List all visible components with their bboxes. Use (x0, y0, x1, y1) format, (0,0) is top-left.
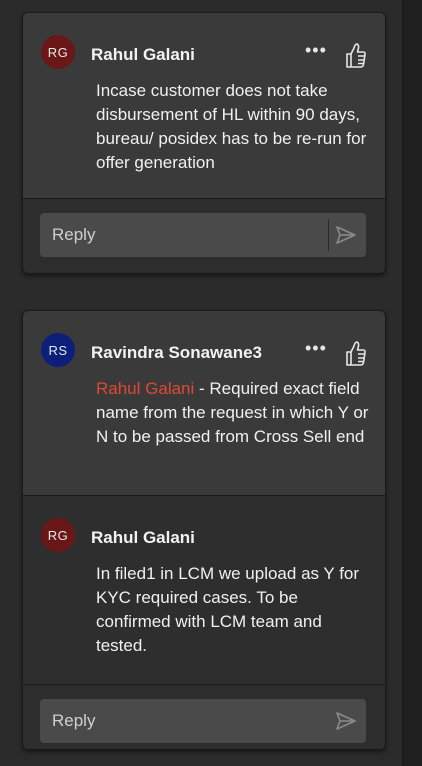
comment-body: Incase customer does not take disburseme… (96, 81, 367, 172)
send-icon[interactable] (334, 223, 358, 247)
reply-input[interactable] (40, 213, 324, 257)
scrollbar-track[interactable] (402, 0, 422, 766)
comment-reply: RG Rahul Galani In filed1 in LCM we uplo… (23, 496, 385, 685)
comment-body: Rahul Galani - Required exact field name… (96, 377, 371, 449)
reply-box (40, 213, 366, 257)
comment-author: Ravindra Sonawane3 (91, 343, 263, 362)
comment: RS Ravindra Sonawane3 ••• Rahul Galani -… (23, 311, 385, 496)
comment-author: Rahul Galani (91, 528, 195, 547)
send-icon[interactable] (334, 709, 358, 733)
more-options-icon[interactable]: ••• (305, 41, 329, 61)
mention-link[interactable]: Rahul Galani (96, 379, 194, 398)
avatar: RG (41, 518, 75, 552)
comment-body: In filed1 in LCM we upload as Y for KYC … (96, 564, 360, 655)
comments-pane: RG Rahul Galani ••• Incase customer does… (0, 0, 422, 766)
more-options-icon[interactable]: ••• (305, 339, 329, 359)
comment: RG Rahul Galani ••• Incase customer does… (23, 13, 385, 199)
avatar: RS (41, 333, 75, 367)
thumbs-up-icon[interactable] (341, 339, 367, 367)
avatar: RG (41, 35, 75, 69)
comment-author: Rahul Galani (91, 45, 195, 64)
reply-input[interactable] (40, 699, 324, 743)
reply-divider (328, 219, 329, 251)
reply-box (40, 699, 366, 743)
comment-thread: RG Rahul Galani ••• Incase customer does… (22, 12, 386, 274)
thumbs-up-icon[interactable] (341, 41, 367, 69)
comment-thread: RS Ravindra Sonawane3 ••• Rahul Galani -… (22, 310, 386, 750)
